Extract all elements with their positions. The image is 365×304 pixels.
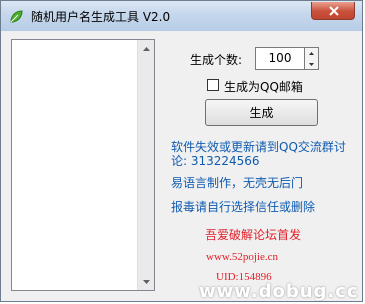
website-text: www.52pojie.cn — [206, 251, 278, 263]
close-button[interactable] — [311, 2, 355, 20]
chevron-down-icon — [142, 279, 150, 284]
count-label: 生成个数: — [190, 53, 243, 67]
info-line-3: 易语言制作，无壳无后门 — [171, 176, 304, 190]
qq-mail-checkbox-label[interactable]: 生成为QQ邮箱 — [224, 78, 303, 95]
title-bar[interactable]: 随机用户名生成工具 V2.0 — [1, 1, 362, 31]
main-window: 随机用户名生成工具 V2.0 生成个数: 100 生成为QQ邮箱 生成 软件失效… — [0, 0, 363, 302]
generate-button[interactable]: 生成 — [205, 99, 318, 126]
window-title: 随机用户名生成工具 V2.0 — [31, 10, 171, 24]
vertical-scrollbar[interactable] — [137, 40, 154, 290]
spin-down-icon — [309, 63, 314, 66]
spin-up-icon — [309, 52, 314, 55]
release-note: 吾爱破解论坛首发 — [205, 228, 302, 242]
close-icon — [329, 6, 339, 16]
count-input[interactable]: 100 — [255, 47, 305, 70]
qq-mail-checkbox[interactable] — [207, 79, 219, 91]
spin-down-button[interactable] — [305, 59, 318, 70]
watermark-text: www.dobug.cc — [199, 281, 359, 302]
username-list[interactable] — [11, 39, 155, 291]
info-line-4: 报毒请自行选择信任或删除 — [171, 200, 316, 214]
client-area: 生成个数: 100 生成为QQ邮箱 生成 软件失效或更新请到QQ交流群讨 论: … — [8, 31, 355, 295]
count-spinner[interactable] — [305, 47, 319, 70]
spin-up-button[interactable] — [305, 48, 318, 59]
chevron-up-icon — [142, 46, 150, 51]
info-line-2: 论: 313224566 — [171, 154, 260, 168]
scroll-down-button[interactable] — [138, 273, 154, 290]
scroll-up-button[interactable] — [138, 40, 154, 57]
app-leaf-icon — [10, 10, 23, 23]
